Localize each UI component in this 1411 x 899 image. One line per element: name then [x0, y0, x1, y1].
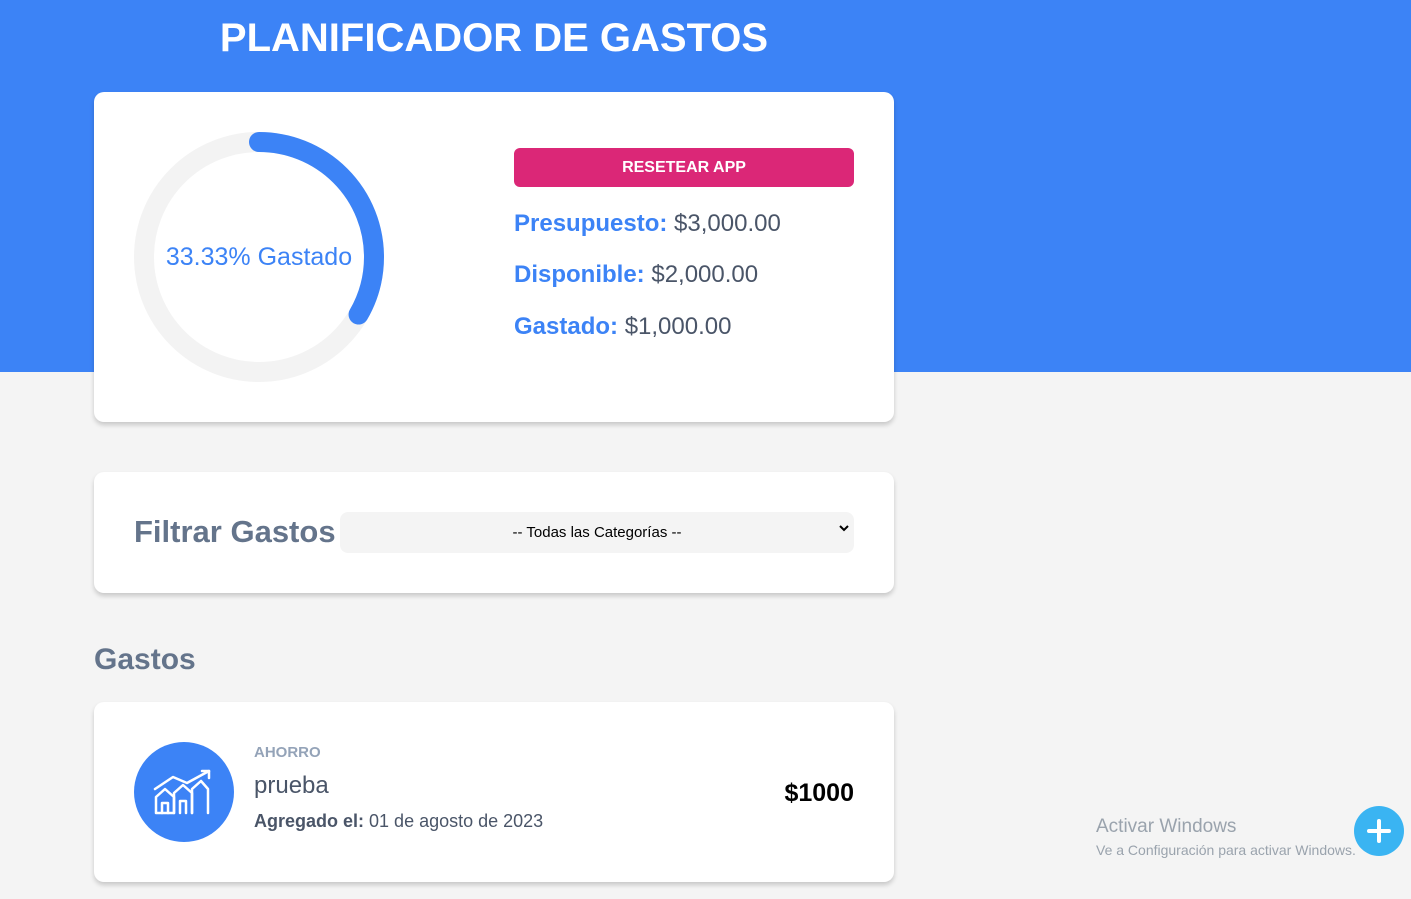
budget-stat: Presupuesto: $3,000.00	[514, 210, 781, 238]
reset-app-button[interactable]: RESETEAR APP	[514, 148, 854, 187]
budget-value: $3,000.00	[674, 210, 781, 237]
filter-label: Filtrar Gastos	[134, 514, 336, 549]
expense-date-label: Agregado el:	[254, 811, 365, 831]
available-label: Disponible:	[514, 261, 645, 288]
expenses-title: Gastos	[94, 643, 196, 676]
windows-activation-watermark: Activar Windows Ve a Configuración para …	[1096, 816, 1356, 858]
plus-icon	[1367, 819, 1391, 843]
app-title: PLANIFICADOR DE GASTOS	[219, 16, 769, 60]
spent-label: Gastado:	[514, 313, 619, 340]
budget-label: Presupuesto:	[514, 210, 668, 237]
available-value: $2,000.00	[651, 261, 759, 288]
expense-item[interactable]: AHORRO prueba Agregado el: 01 de agosto …	[94, 702, 894, 882]
expense-category: AHORRO	[254, 744, 321, 761]
progress-label: 33.33% Gastado	[165, 242, 353, 271]
expense-date: Agregado el: 01 de agosto de 2023	[254, 811, 543, 832]
available-stat: Disponible: $2,000.00	[514, 261, 758, 289]
spent-stat: Gastado: $1,000.00	[514, 313, 731, 341]
budget-card: 33.33% Gastado RESETEAR APP Presupuesto:…	[94, 92, 894, 422]
chevron-down-icon	[838, 521, 850, 537]
category-filter-selected: -- Todas las Categorías --	[512, 524, 682, 541]
spent-value: $1,000.00	[624, 313, 732, 340]
filter-card: Filtrar Gastos -- Todas las Categorías -…	[94, 472, 894, 593]
expense-amount: $1000	[784, 779, 854, 807]
progress-ring: 33.33% Gastado	[134, 132, 384, 382]
expense-name: prueba	[254, 772, 329, 799]
savings-chart-icon	[134, 742, 234, 842]
category-filter-select[interactable]: -- Todas las Categorías --	[340, 512, 854, 553]
add-expense-button[interactable]	[1354, 806, 1404, 856]
expense-date-value: 01 de agosto de 2023	[369, 811, 544, 831]
watermark-line1: Activar Windows	[1096, 816, 1237, 837]
watermark-line2: Ve a Configuración para activar Windows.	[1096, 842, 1356, 858]
